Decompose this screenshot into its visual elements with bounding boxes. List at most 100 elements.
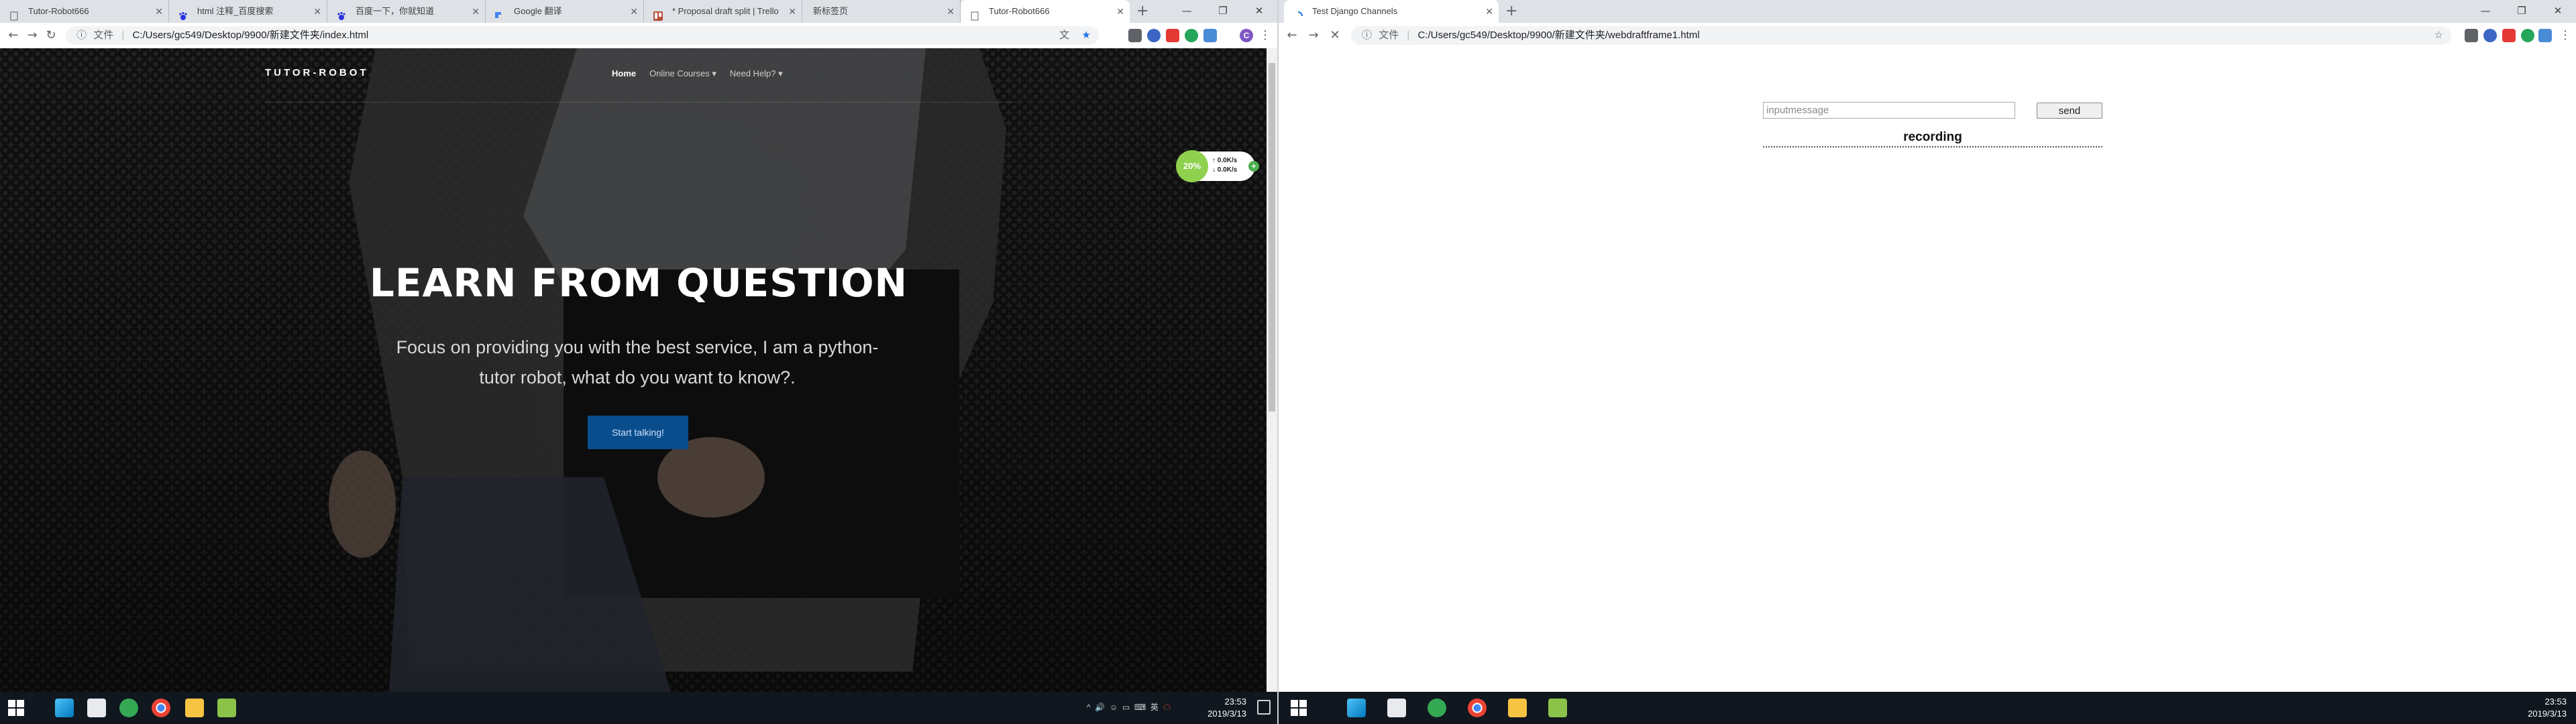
forward-icon[interactable]: → (23, 23, 42, 48)
tab-google-translate[interactable]: Google 翻译 ✕ (486, 0, 644, 23)
tab-baidu-home[interactable]: 百度一下，你就知道 ✕ (327, 0, 486, 23)
app-icon-1[interactable] (55, 699, 74, 717)
tab-tutor-robot-1[interactable]: Tutor-Robot666 ✕ (0, 0, 169, 23)
close-icon[interactable]: ✕ (1116, 0, 1124, 23)
menu-kebab-icon[interactable]: ⋮ (2559, 23, 2572, 48)
scheme-label: 文件 (1379, 29, 1399, 41)
extension-icon-3[interactable] (2502, 29, 2516, 42)
file-explorer-icon[interactable] (1508, 699, 1527, 717)
tab-test-django-channels[interactable]: Test Django Channels ✕ (1284, 0, 1499, 23)
close-icon[interactable]: ✕ (788, 0, 796, 23)
notepad-icon[interactable] (1548, 699, 1567, 717)
close-icon[interactable]: ✕ (630, 0, 638, 23)
forward-icon[interactable]: → (1304, 23, 1323, 48)
network-icon[interactable]: ▭ (1122, 703, 1130, 712)
app-icon-green[interactable] (1428, 699, 1446, 717)
trello-icon (653, 7, 663, 21)
minimize-icon[interactable]: — (2467, 0, 2504, 23)
maximize-icon[interactable]: ❐ (1205, 0, 1241, 23)
minimize-icon[interactable]: — (1169, 0, 1205, 23)
info-icon[interactable]: ⓘ (1362, 29, 1372, 41)
upload-rate: ↑ 0.0K/s (1212, 157, 1238, 164)
close-icon[interactable]: ✕ (313, 0, 321, 23)
taskbar-clock[interactable]: 23:53 2019/3/13 (1189, 696, 1246, 720)
brand-logo[interactable]: TUTOR-ROBOT (265, 67, 369, 78)
tab-tutor-robot-active[interactable]: Tutor-Robot666 ✕ (961, 0, 1130, 23)
keyboard-icon[interactable]: ⌨ (1134, 703, 1146, 712)
menu-item-online-courses[interactable]: Online Courses ▾ (649, 68, 716, 79)
plus-icon[interactable]: + (1248, 161, 1259, 172)
windows-start-icon[interactable] (8, 700, 24, 716)
menu-kebab-icon[interactable]: ⋮ (1258, 23, 1272, 48)
taskbar-clock[interactable]: 23:53 2019/3/13 (2506, 696, 2567, 720)
send-button[interactable]: send (2037, 103, 2102, 119)
translate-icon[interactable]: 文 (1059, 26, 1069, 45)
tab-title: Test Django Channels (1312, 6, 1398, 16)
clock-date: 2019/3/13 (1208, 709, 1246, 719)
volume-icon[interactable]: 🔊 (1095, 703, 1105, 712)
maximize-icon[interactable]: ❐ (2504, 0, 2540, 23)
page-scrollbar[interactable] (1267, 48, 1277, 692)
info-icon[interactable]: ⓘ (76, 29, 87, 41)
notepad-icon[interactable] (217, 699, 236, 717)
chrome-icon[interactable] (152, 699, 170, 717)
menu-item-home[interactable]: Home (612, 68, 636, 79)
new-tab-button[interactable]: + (1505, 0, 1517, 23)
back-icon[interactable]: ← (1283, 23, 1301, 48)
message-input[interactable] (1763, 102, 2015, 119)
speed-percent: 20% (1176, 150, 1208, 182)
windows-start-icon[interactable] (1291, 700, 1307, 716)
file-explorer-icon[interactable] (185, 699, 204, 717)
stop-loading-icon[interactable]: ✕ (1326, 23, 1344, 48)
extension-icon-1[interactable] (2465, 29, 2478, 42)
start-talking-button[interactable]: Start talking! (588, 416, 688, 449)
extension-icon-2[interactable] (2483, 29, 2497, 42)
action-center-icon[interactable] (1257, 700, 1271, 715)
page-icon (970, 7, 979, 21)
right-address-toolbar: ← → ✕ ⓘ 文件 | C:/Users/gc549/Desktop/9900… (1279, 23, 2576, 49)
extension-icon-2[interactable] (1147, 29, 1161, 42)
reload-icon[interactable]: ↻ (42, 23, 60, 48)
close-icon[interactable]: ✕ (155, 0, 163, 23)
download-rate: ↓ 0.0K/s (1212, 166, 1238, 174)
new-tab-button[interactable]: + (1136, 0, 1148, 23)
site-menu: Home Online Courses ▾ Need Help? ▾ (612, 68, 783, 79)
close-window-icon[interactable]: ✕ (2540, 0, 2576, 23)
profile-avatar[interactable]: C (1240, 29, 1253, 42)
show-hidden-icon[interactable]: ^ (1087, 703, 1091, 712)
close-icon[interactable]: ✕ (1485, 0, 1493, 23)
chrome-icon[interactable] (1468, 699, 1487, 717)
close-icon[interactable]: ✕ (472, 0, 480, 23)
tab-title: Tutor-Robot666 (28, 6, 89, 16)
cloud-icon[interactable]: ☁ (1163, 703, 1171, 712)
tray-app-icon[interactable]: ☺ (1110, 703, 1118, 712)
close-window-icon[interactable]: ✕ (1241, 0, 1277, 23)
tab-trello[interactable]: * Proposal draft split | Trello ✕ (644, 0, 802, 23)
close-icon[interactable]: ✕ (947, 0, 955, 23)
mail-icon[interactable] (1387, 699, 1406, 717)
tab-new-tab[interactable]: 新标签页 ✕ (802, 0, 961, 23)
system-tray: ^ 🔊 ☺ ▭ ⌨ 英 ☁ (1087, 701, 1171, 713)
mail-icon[interactable] (87, 699, 106, 717)
address-bar[interactable]: ⓘ 文件 | C:/Users/gc549/Desktop/9900/新建文件夹… (1351, 26, 2451, 45)
network-speed-widget[interactable]: 20% ↑ 0.0K/s ↓ 0.0K/s + (1176, 150, 1259, 182)
extension-icon-5[interactable] (2538, 29, 2552, 42)
extension-icon-3[interactable] (1166, 29, 1179, 42)
scrollbar-thumb[interactable] (1269, 63, 1275, 412)
extension-icon-4[interactable] (2521, 29, 2534, 42)
app-icon-green[interactable] (119, 699, 138, 717)
app-icon-1[interactable] (1347, 699, 1366, 717)
ime-icon[interactable]: 英 (1150, 703, 1159, 712)
back-icon[interactable]: ← (4, 23, 23, 48)
url-text: C:/Users/gc549/Desktop/9900/新建文件夹/webdra… (1417, 29, 1700, 41)
window-controls: — ❐ ✕ (2467, 0, 2576, 23)
extension-icon-5[interactable] (1203, 29, 1217, 42)
bookmark-star-icon[interactable]: ★ (1082, 26, 1091, 45)
tab-html-comment-search[interactable]: html 注释_百度搜索 ✕ (169, 0, 327, 23)
extension-icon-1[interactable] (1128, 29, 1142, 42)
extension-icon-4[interactable] (1185, 29, 1198, 42)
bookmark-star-icon[interactable]: ☆ (2434, 26, 2443, 45)
clock-date: 2019/3/13 (2528, 709, 2567, 719)
menu-item-need-help[interactable]: Need Help? ▾ (730, 68, 783, 79)
address-bar[interactable]: ⓘ 文件 | C:/Users/gc549/Desktop/9900/新建文件夹… (66, 26, 1099, 45)
